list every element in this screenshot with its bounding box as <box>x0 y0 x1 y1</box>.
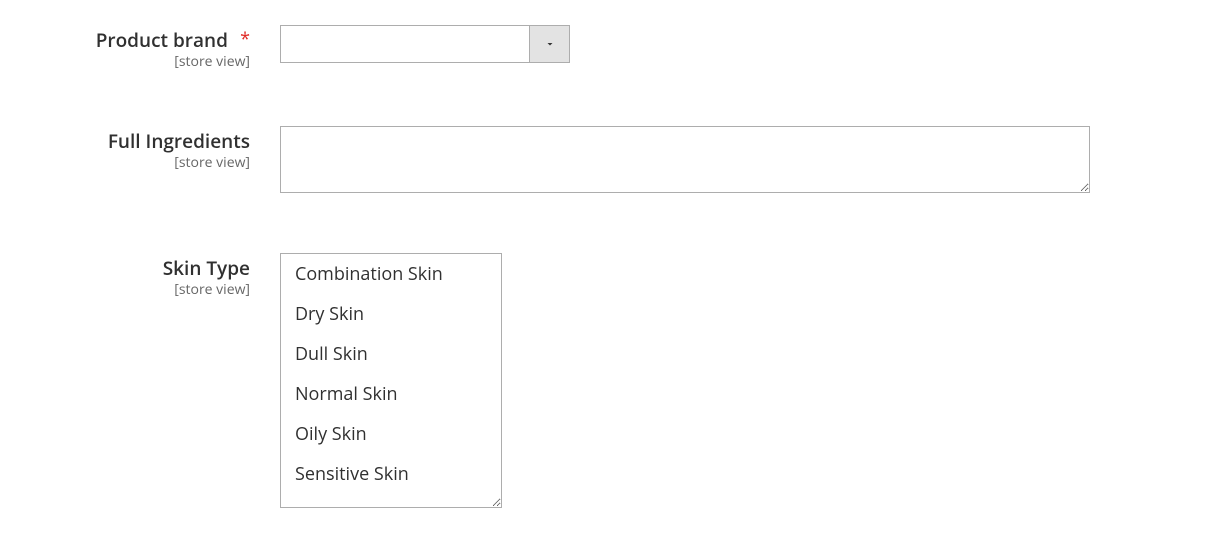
skin-type-label: Skin Type <box>163 255 250 281</box>
skin-type-option[interactable]: Oily Skin <box>281 414 501 454</box>
field-full-ingredients: Full Ingredients [store view] <box>0 126 1210 198</box>
chevron-down-icon <box>544 33 556 55</box>
skin-type-option[interactable]: Sensitive Skin <box>281 454 501 494</box>
full-ingredients-label: Full Ingredients <box>108 128 250 154</box>
skin-type-option[interactable]: Combination Skin <box>281 254 501 294</box>
label-col: Product brand * [store view] <box>0 25 280 71</box>
required-asterisk: * <box>240 27 250 51</box>
select-toggle-button[interactable] <box>529 26 569 62</box>
full-ingredients-textarea[interactable] <box>280 126 1090 193</box>
scope-label: [store view] <box>0 153 250 172</box>
input-col: Combination Skin Dry Skin Dull Skin Norm… <box>280 253 502 508</box>
skin-type-option[interactable]: Dull Skin <box>281 334 501 374</box>
field-product-brand: Product brand * [store view] <box>0 25 1210 71</box>
field-skin-type: Skin Type [store view] Combination Skin … <box>0 253 1210 508</box>
scope-label: [store view] <box>0 52 250 71</box>
scope-label: [store view] <box>0 280 250 299</box>
product-brand-select[interactable] <box>280 25 570 63</box>
skin-type-option[interactable]: Dry Skin <box>281 294 501 334</box>
input-col <box>280 126 1090 198</box>
skin-type-option[interactable]: Normal Skin <box>281 374 501 414</box>
product-brand-input[interactable] <box>281 26 529 62</box>
input-col <box>280 25 570 63</box>
product-brand-label: Product brand <box>96 27 228 53</box>
skin-type-multiselect[interactable]: Combination Skin Dry Skin Dull Skin Norm… <box>280 253 502 508</box>
label-col: Full Ingredients [store view] <box>0 126 280 172</box>
label-col: Skin Type [store view] <box>0 253 280 299</box>
